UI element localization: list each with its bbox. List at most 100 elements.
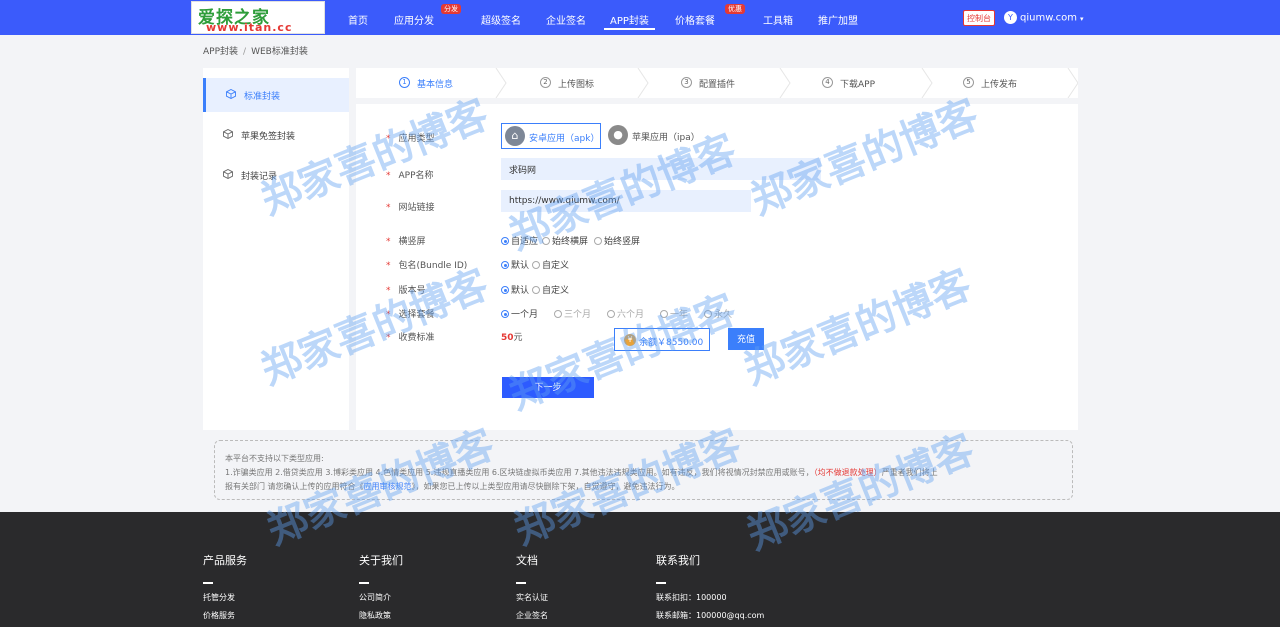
- review-policy-link[interactable]: 应用审核规范: [364, 482, 412, 491]
- radio-dot: [501, 237, 509, 245]
- policy-notice: 本平台不支持以下类型应用: 1.诈骗类应用 2.借贷类应用 3.博彩类应用 4.…: [214, 440, 1073, 500]
- step-label: 配置插件: [699, 80, 736, 90]
- row-app-name: * APP名称: [356, 158, 1078, 184]
- top-navbar: 爱探之家 www.itan.cc 首页 应用分发 分发 超级签名 企业签名 APP…: [0, 0, 1280, 35]
- nav-app-distribution[interactable]: 应用分发 分发: [394, 4, 461, 27]
- notice-text: 严重者我们将上: [881, 468, 938, 477]
- radio-dot: [554, 310, 562, 318]
- orientation-landscape-radio[interactable]: 始终横屏: [542, 234, 588, 247]
- notice-text: 》，如果您已上传以上类型应用请尽快删除下架，自觉遵守，避免违法行为。: [411, 482, 680, 491]
- nav-app-wrap[interactable]: APP封装: [604, 12, 655, 30]
- sidebar-item-standard-wrap[interactable]: 标准封装: [203, 78, 349, 112]
- nav-label: 应用分发: [394, 16, 434, 27]
- sidebar-item-label: 标准封装: [244, 92, 281, 102]
- package-6month-radio[interactable]: 六个月: [607, 307, 644, 320]
- user-menu[interactable]: Yqiumw.com ▾: [1004, 11, 1084, 24]
- footer-link[interactable]: 公司简介: [359, 593, 403, 602]
- sidebar-item-wrap-records[interactable]: 封装记录: [203, 158, 349, 192]
- site-logo[interactable]: 爱探之家 www.itan.cc: [191, 1, 325, 34]
- notice-title: 本平台不支持以下类型应用:: [225, 454, 324, 463]
- field-label: * 网站链接: [386, 200, 435, 213]
- orientation-portrait-radio[interactable]: 始终竖屏: [594, 234, 640, 247]
- step-number: 4: [822, 77, 833, 88]
- radio-dot: [532, 261, 540, 269]
- cube-icon: [226, 89, 236, 99]
- notice-body-2: 报有关部门 请您确认上传的应用符合《应用审核规范》，如果您已上传以上类型应用请尽…: [225, 480, 1062, 494]
- bundle-custom-radio[interactable]: 自定义: [532, 258, 569, 271]
- app-name-input[interactable]: [501, 158, 821, 180]
- required-mark: *: [386, 171, 391, 181]
- nav-promotion[interactable]: 推广加盟: [818, 12, 858, 27]
- sidebar-item-label: 苹果免签封装: [241, 132, 296, 142]
- package-forever-radio[interactable]: 永久: [704, 307, 732, 320]
- form-panel: * 应用类型 ⌂ 安卓应用（apk） ● 苹果应用（ipa） * APP名称 * 网站…: [356, 104, 1078, 430]
- required-mark: *: [386, 333, 391, 343]
- footer-link[interactable]: 价格服务: [203, 611, 247, 620]
- radio-dot: [532, 286, 540, 294]
- nav-enterprise-sign[interactable]: 企业签名: [546, 12, 586, 27]
- balance-display: ¥ 余额￥8550.00: [614, 328, 710, 351]
- site-url-input[interactable]: [501, 190, 751, 212]
- wrap-sidebar: 标准封装 苹果免签封装 封装记录: [203, 68, 349, 430]
- required-mark: *: [386, 286, 391, 296]
- version-default-radio[interactable]: 默认: [501, 283, 529, 296]
- nav-badge: 优惠: [725, 4, 745, 14]
- radio-dot: [607, 310, 615, 318]
- sidebar-item-apple-nosign-wrap[interactable]: 苹果免签封装: [203, 118, 349, 152]
- footer-contact-qq: 联系扣扣：100000: [656, 593, 727, 602]
- console-button[interactable]: 控制台: [963, 10, 995, 26]
- bundle-default-radio[interactable]: 默认: [501, 258, 529, 271]
- footer-col-about: 关于我们 公司简介 隐私政策: [359, 552, 403, 620]
- radio-dot: [660, 310, 668, 318]
- footer-col-products: 产品服务 托管分发 价格服务: [203, 552, 247, 620]
- step-number: 1: [399, 77, 410, 88]
- row-bundle-id: * 包名(Bundle ID) 默认 自定义: [356, 254, 1078, 274]
- radio-label: 自定义: [542, 261, 570, 271]
- version-custom-radio[interactable]: 自定义: [532, 283, 569, 296]
- footer-link[interactable]: 托管分发: [203, 593, 247, 602]
- nav-home[interactable]: 首页: [348, 12, 368, 27]
- required-mark: *: [386, 261, 391, 271]
- breadcrumb-root[interactable]: APP封装: [203, 47, 238, 57]
- orientation-auto-radio[interactable]: 自适应: [501, 234, 538, 247]
- field-label: * 应用类型: [386, 131, 435, 144]
- balance-text: 余额￥8550.00: [639, 338, 704, 348]
- footer-link[interactable]: 企业签名: [516, 611, 548, 620]
- row-site-url: * 网站链接: [356, 190, 1078, 216]
- nav-toolbox[interactable]: 工具箱: [763, 12, 793, 27]
- package-1month-radio[interactable]: 一个月: [501, 307, 538, 320]
- required-mark: *: [386, 310, 391, 320]
- app-type-android-option[interactable]: ⌂ 安卓应用（apk）: [501, 123, 601, 149]
- label-text: 版本号: [398, 286, 426, 296]
- field-label: * 收费标准: [386, 330, 435, 343]
- step-number: 2: [540, 77, 551, 88]
- label-text: 收费标准: [398, 333, 435, 343]
- footer: 产品服务 托管分发 价格服务 关于我们 公司简介 隐私政策 文档 实名认证 企业…: [0, 512, 1280, 627]
- recharge-button[interactable]: 充值: [728, 328, 764, 350]
- footer-col-contact: 联系我们 联系扣扣：100000 联系邮箱：100000@qq.com: [656, 552, 764, 620]
- radio-label: 自定义: [542, 286, 570, 296]
- field-label: * APP名称: [386, 168, 434, 181]
- radio-label: 永久: [714, 310, 733, 320]
- option-label: 安卓应用（apk）: [529, 134, 600, 144]
- package-3month-radio[interactable]: 三个月: [554, 307, 591, 320]
- step-label: 基本信息: [417, 80, 454, 90]
- radio-dot: [704, 310, 712, 318]
- footer-divider: [203, 582, 213, 584]
- radio-label: 自适应: [511, 237, 539, 247]
- breadcrumb-current: WEB标准封装: [251, 47, 308, 57]
- footer-link[interactable]: 实名认证: [516, 593, 548, 602]
- money-bag-icon: ¥: [624, 334, 636, 346]
- nav-super-sign[interactable]: 超级签名: [481, 12, 521, 27]
- price-value: 50元: [501, 330, 523, 343]
- footer-link[interactable]: 隐私政策: [359, 611, 403, 620]
- apple-icon: ●: [608, 125, 628, 145]
- radio-label: 三个月: [564, 310, 592, 320]
- next-step-button[interactable]: 下一步: [502, 377, 594, 398]
- notice-text: 1.诈骗类应用 2.借贷类应用 3.博彩类应用 4.色情类应用 5.违规直播类应…: [225, 468, 814, 477]
- avatar: Y: [1004, 11, 1017, 24]
- nav-pricing[interactable]: 价格套餐 优惠: [675, 4, 745, 27]
- package-1year-radio[interactable]: 一年: [660, 307, 688, 320]
- app-type-ios-option[interactable]: ● 苹果应用（ipa）: [605, 123, 700, 149]
- radio-dot: [542, 237, 550, 245]
